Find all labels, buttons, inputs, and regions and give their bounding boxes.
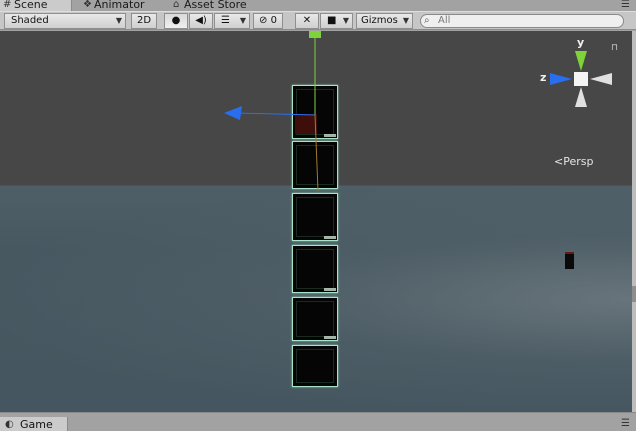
panel-menu-icon[interactable]: ☰ — [621, 419, 630, 429]
gizmo-z-handle[interactable] — [224, 106, 242, 120]
gizmo-cone-z[interactable] — [550, 73, 572, 85]
gizmo-y-label: y — [577, 36, 585, 49]
gizmo-center-cube[interactable] — [574, 72, 588, 86]
orientation-gizmo[interactable] — [538, 37, 622, 125]
mode-2d-label: 2D — [136, 15, 152, 26]
projection-label: Persp — [563, 155, 594, 168]
chevron-down-icon: ▼ — [342, 16, 349, 25]
lightbulb-icon: ● — [171, 15, 181, 26]
scene-toolbar: Shaded ▼ 2D ● ◀) ☰ ▼ ⊘ 0 ✕ ■ ▼ Gizmos ▼ — [0, 11, 636, 30]
gizmo-z-label: z — [540, 71, 547, 84]
hidden-objects-toggle[interactable]: ⊘ 0 — [253, 13, 283, 29]
scene-viewport[interactable]: y z <Persp ⊓ — [0, 31, 632, 412]
panel-menu-icon[interactable]: ☰ — [621, 0, 630, 10]
effects-icon: ☰ — [221, 15, 230, 26]
vertical-scrollbar[interactable] — [632, 31, 636, 412]
gizmo-z-axis[interactable] — [236, 112, 316, 116]
hidden-count: 0 — [270, 15, 277, 26]
tab-game-label: Game — [20, 418, 53, 431]
chevron-down-icon: ▼ — [402, 16, 409, 25]
mode-2d-button[interactable]: 2D — [131, 13, 157, 29]
tools-toggle[interactable]: ✕ — [295, 13, 319, 29]
lock-icon[interactable]: ⊓ — [611, 43, 618, 53]
unity-scene-window: # Scene ❖ Animator ⌂ Asset Store ☰ Shade… — [0, 0, 636, 431]
chevron-down-icon: ▼ — [239, 16, 246, 25]
shading-mode-label: Shaded — [11, 15, 49, 26]
tab-game[interactable]: ◐ Game — [0, 417, 68, 431]
window-tab-bar: # Scene ❖ Animator ⌂ Asset Store ☰ — [0, 0, 636, 11]
wrench-icon: ✕ — [302, 15, 312, 26]
speaker-icon: ◀) — [195, 15, 207, 26]
animator-icon: ❖ — [83, 0, 92, 10]
gizmos-dropdown[interactable]: Gizmos ▼ — [356, 13, 413, 29]
shading-mode-dropdown[interactable]: Shaded ▼ — [4, 13, 126, 29]
store-icon: ⌂ — [173, 0, 180, 10]
tab-scene-label: Scene — [14, 0, 48, 11]
gizmo-x-axis — [314, 114, 319, 192]
gizmo-cone-neg-z[interactable] — [590, 73, 612, 85]
search-icon: ⌕ — [424, 15, 430, 26]
effects-dropdown[interactable]: ☰ ▼ — [214, 13, 250, 29]
game-icon: ◐ — [5, 419, 14, 430]
camera-icon: ■ — [327, 15, 337, 26]
search-input[interactable]: ⌕ All — [420, 14, 624, 28]
eye-slash-icon: ⊘ — [259, 15, 268, 26]
gizmos-label: Gizmos — [361, 15, 398, 26]
hash-icon: # — [3, 0, 12, 10]
tab-animator-label: Animator — [94, 0, 145, 11]
bottom-tab-bar: ◐ Game ☰ — [0, 412, 636, 431]
search-placeholder: All — [438, 15, 451, 26]
gizmo-cone-neg-y[interactable] — [575, 87, 587, 107]
scrollbar-thumb[interactable] — [632, 286, 636, 302]
lighting-toggle[interactable]: ● — [164, 13, 188, 29]
tab-asset-store[interactable]: ⌂ Asset Store — [170, 0, 270, 11]
tab-animator[interactable]: ❖ Animator — [80, 0, 170, 11]
gizmo-y-handle[interactable] — [309, 31, 321, 38]
tab-asset-store-label: Asset Store — [184, 0, 247, 11]
camera-dropdown[interactable]: ■ ▼ — [320, 13, 353, 29]
chevron-down-icon: ▼ — [115, 16, 122, 25]
audio-toggle[interactable]: ◀) — [189, 13, 213, 29]
gizmo-cone-y[interactable] — [575, 51, 587, 71]
projection-toggle[interactable]: <Persp — [554, 155, 593, 168]
perspective-icon: < — [554, 155, 564, 168]
tab-scene[interactable]: # Scene — [0, 0, 72, 11]
